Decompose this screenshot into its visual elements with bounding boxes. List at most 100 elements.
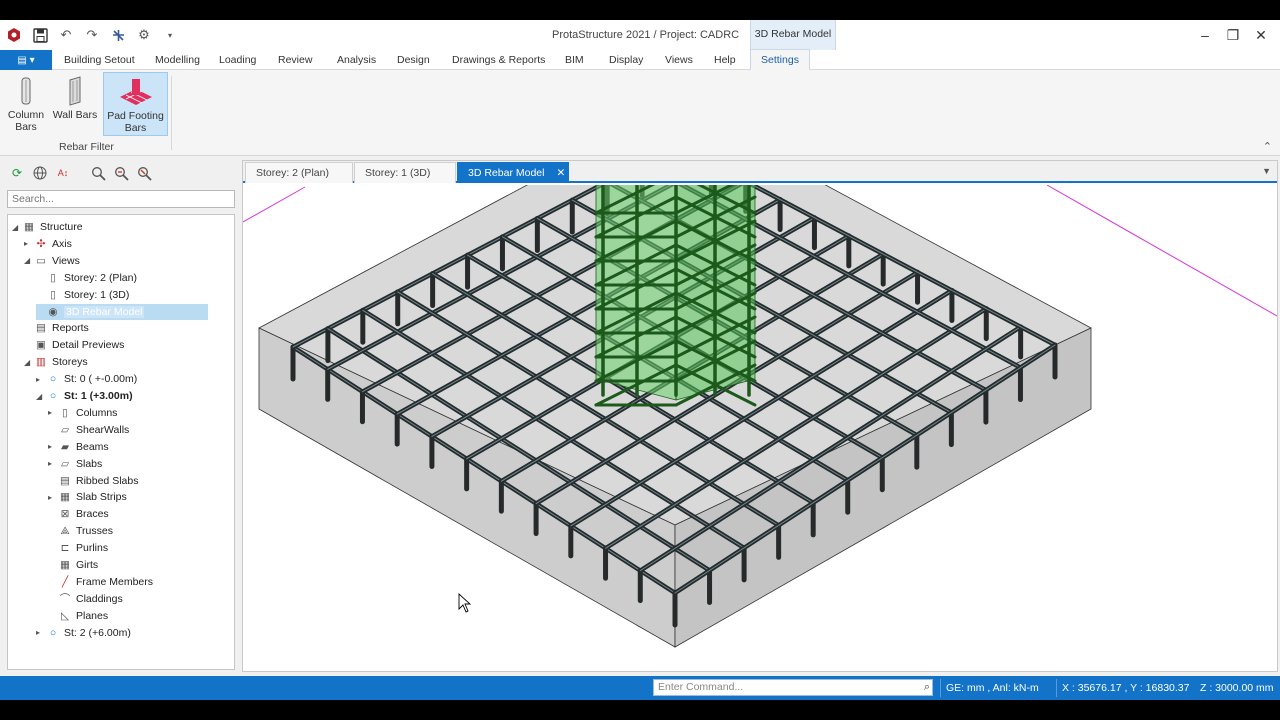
tabs-dropdown-icon[interactable]: ▼ <box>1262 166 1271 176</box>
tree-node-label: Storeys <box>52 356 88 369</box>
tree-node[interactable]: ▱ ShearWalls <box>48 422 129 438</box>
column-bars-button[interactable]: Column Bars <box>6 72 46 136</box>
zoom-selection-icon[interactable] <box>89 164 107 182</box>
search-icon[interactable]: ⌕ <box>924 681 930 694</box>
tab-3d-rebar-model[interactable]: 3D Rebar Model ✕ <box>457 162 569 183</box>
expand-arrow-icon[interactable]: ▸ <box>48 442 58 451</box>
tree-node[interactable]: ╱ Frame Members <box>48 574 153 590</box>
tree-node[interactable]: ▣ Detail Previews <box>24 337 124 353</box>
close-button[interactable]: ✕ <box>1248 25 1274 45</box>
tree-node[interactable]: ◢ ▦ Structure <box>12 219 83 235</box>
tree-node[interactable]: ◢ ▭ Views <box>24 253 80 269</box>
tree-node[interactable]: ▦ Girts <box>48 557 98 573</box>
sort-az-icon[interactable]: A↕ <box>54 164 72 182</box>
tree-node[interactable]: ⊠ Braces <box>48 506 109 522</box>
tab-drawings-reports[interactable]: Drawings & Reports <box>452 54 545 66</box>
3d-viewport[interactable] <box>243 185 1277 671</box>
frame-members-icon: ╱ <box>61 575 69 588</box>
wall-bars-label: Wall Bars <box>52 109 98 121</box>
tab-views[interactable]: Views <box>665 54 693 66</box>
tree-node[interactable]: ⟁ Trusses <box>48 523 113 539</box>
girts-icon: ▦ <box>60 559 70 571</box>
tree-node[interactable]: ▸ ▯ Columns <box>48 405 117 421</box>
tree-node[interactable]: ▸ ○ St: 0 ( +-0.00m) <box>36 371 137 387</box>
globe-icon[interactable] <box>31 164 49 182</box>
quick-access-toolbar: ↶ ↷ ⚙ ▾ <box>4 25 180 45</box>
expand-arrow-icon[interactable]: ◢ <box>24 256 34 265</box>
tree-node[interactable]: ▯ Storey: 2 (Plan) <box>36 270 137 286</box>
tree-node[interactable]: ◢ ▥ Storeys <box>24 354 88 370</box>
pad-footing-bars-label: Pad Footing Bars <box>107 110 164 134</box>
refresh-icon[interactable]: ⟳ <box>8 164 26 182</box>
tree-node-label: Views <box>52 254 80 267</box>
tree-node[interactable]: ▯ Storey: 1 (3D) <box>36 287 129 303</box>
beams-icon: ▰ <box>60 440 70 453</box>
tab-analysis[interactable]: Analysis <box>337 54 376 66</box>
tree-node[interactable]: ▸ ○ St: 2 (+6.00m) <box>36 625 131 641</box>
zoom-out-selection-icon[interactable] <box>135 164 153 182</box>
undo-icon[interactable]: ↶ <box>56 25 76 45</box>
tree-node[interactable]: ▤ Ribbed Slabs <box>48 473 138 489</box>
redo-icon[interactable]: ↷ <box>82 25 102 45</box>
tree-node[interactable]: ▤ Reports <box>24 320 89 336</box>
tree-node[interactable]: ▸ ✣ Axis <box>24 236 72 252</box>
zoom-in-selection-icon[interactable] <box>112 164 130 182</box>
slabs-icon: ▱ <box>60 457 70 470</box>
tab-review[interactable]: Review <box>278 54 312 66</box>
views-icon: ▭ <box>36 254 46 267</box>
detail-preview-icon: ▣ <box>36 339 46 352</box>
tab-modelling[interactable]: Modelling <box>155 54 200 66</box>
tree-node[interactable]: ◢ ○ St: 1 (+3.00m) <box>36 388 133 404</box>
file-menu-button[interactable]: ▤ ▾ <box>0 50 52 70</box>
tree-node[interactable]: ⌒ Claddings <box>48 591 123 607</box>
tab-design[interactable]: Design <box>397 54 430 66</box>
tree-toolbar: ⟳ A↕ <box>8 164 153 182</box>
tree-node-label: Slab Strips <box>76 491 127 504</box>
tree-node[interactable]: ▸ ▦ Slab Strips <box>48 489 127 505</box>
app-logo-icon[interactable] <box>4 25 24 45</box>
tab-storey-2-plan[interactable]: Storey: 2 (Plan) <box>245 162 353 183</box>
tree-node-label: Planes <box>76 609 109 622</box>
gear-icon[interactable]: ⚙ <box>134 25 154 45</box>
restore-button[interactable]: ❐ <box>1220 25 1246 45</box>
expand-arrow-icon[interactable]: ▸ <box>36 628 46 637</box>
tree-node-label: Claddings <box>76 592 123 605</box>
wall-bars-button[interactable]: Wall Bars <box>52 72 98 136</box>
tab-display[interactable]: Display <box>609 54 643 66</box>
expand-arrow-icon[interactable]: ▸ <box>48 493 58 502</box>
close-tab-icon[interactable]: ✕ <box>556 167 565 179</box>
tree-search-input[interactable] <box>7 190 235 208</box>
tab-storey-1-3d[interactable]: Storey: 1 (3D) <box>354 162 456 183</box>
status-separator <box>1056 679 1057 697</box>
tree-node[interactable]: ▸ ▱ Slabs <box>48 456 102 472</box>
save-icon[interactable] <box>30 25 50 45</box>
tree-node[interactable]: ◉ 3D Rebar Model <box>36 303 208 320</box>
tree-node[interactable]: ◺ Planes <box>48 608 108 624</box>
command-input[interactable]: Enter Command... ⌕ <box>653 679 933 696</box>
ribbon-panel: Column Bars Wall Bars Pad Footing Bars R… <box>0 70 1280 156</box>
expand-arrow-icon[interactable]: ▸ <box>36 375 46 384</box>
expand-arrow-icon[interactable]: ◢ <box>36 392 46 401</box>
expand-arrow-icon[interactable]: ▸ <box>48 408 58 417</box>
expand-arrow-icon[interactable]: ◢ <box>12 223 22 232</box>
tab-building-setout[interactable]: Building Setout <box>64 54 135 66</box>
expand-arrow-icon[interactable]: ▸ <box>24 239 34 248</box>
expand-arrow-icon[interactable]: ◢ <box>24 358 34 367</box>
units-indicator[interactable]: GE: mm , Anl: kN-m <box>946 682 1039 694</box>
tab-loading[interactable]: Loading <box>219 54 256 66</box>
expand-arrow-icon[interactable]: ▸ <box>48 459 58 468</box>
structure-tool-icon[interactable] <box>108 25 128 45</box>
pad-footing-bars-button[interactable]: Pad Footing Bars <box>103 72 168 136</box>
tree-node[interactable]: ⊏ Purlins <box>48 540 109 556</box>
shearwalls-icon: ▱ <box>60 423 70 436</box>
tree-node[interactable]: ▸ ▰ Beams <box>48 439 109 455</box>
collapse-ribbon-icon[interactable]: ⌃ <box>1263 140 1272 153</box>
tab-settings[interactable]: Settings <box>750 49 810 70</box>
document-area: Storey: 2 (Plan) Storey: 1 (3D) 3D Rebar… <box>242 160 1278 672</box>
minimize-button[interactable]: – <box>1192 25 1218 45</box>
command-placeholder: Enter Command... <box>658 681 744 693</box>
tree-node-label: St: 0 ( +-0.00m) <box>64 373 138 386</box>
tab-help[interactable]: Help <box>714 54 736 66</box>
tab-bim[interactable]: BIM <box>565 54 584 66</box>
customize-dropdown-icon[interactable]: ▾ <box>160 25 180 45</box>
